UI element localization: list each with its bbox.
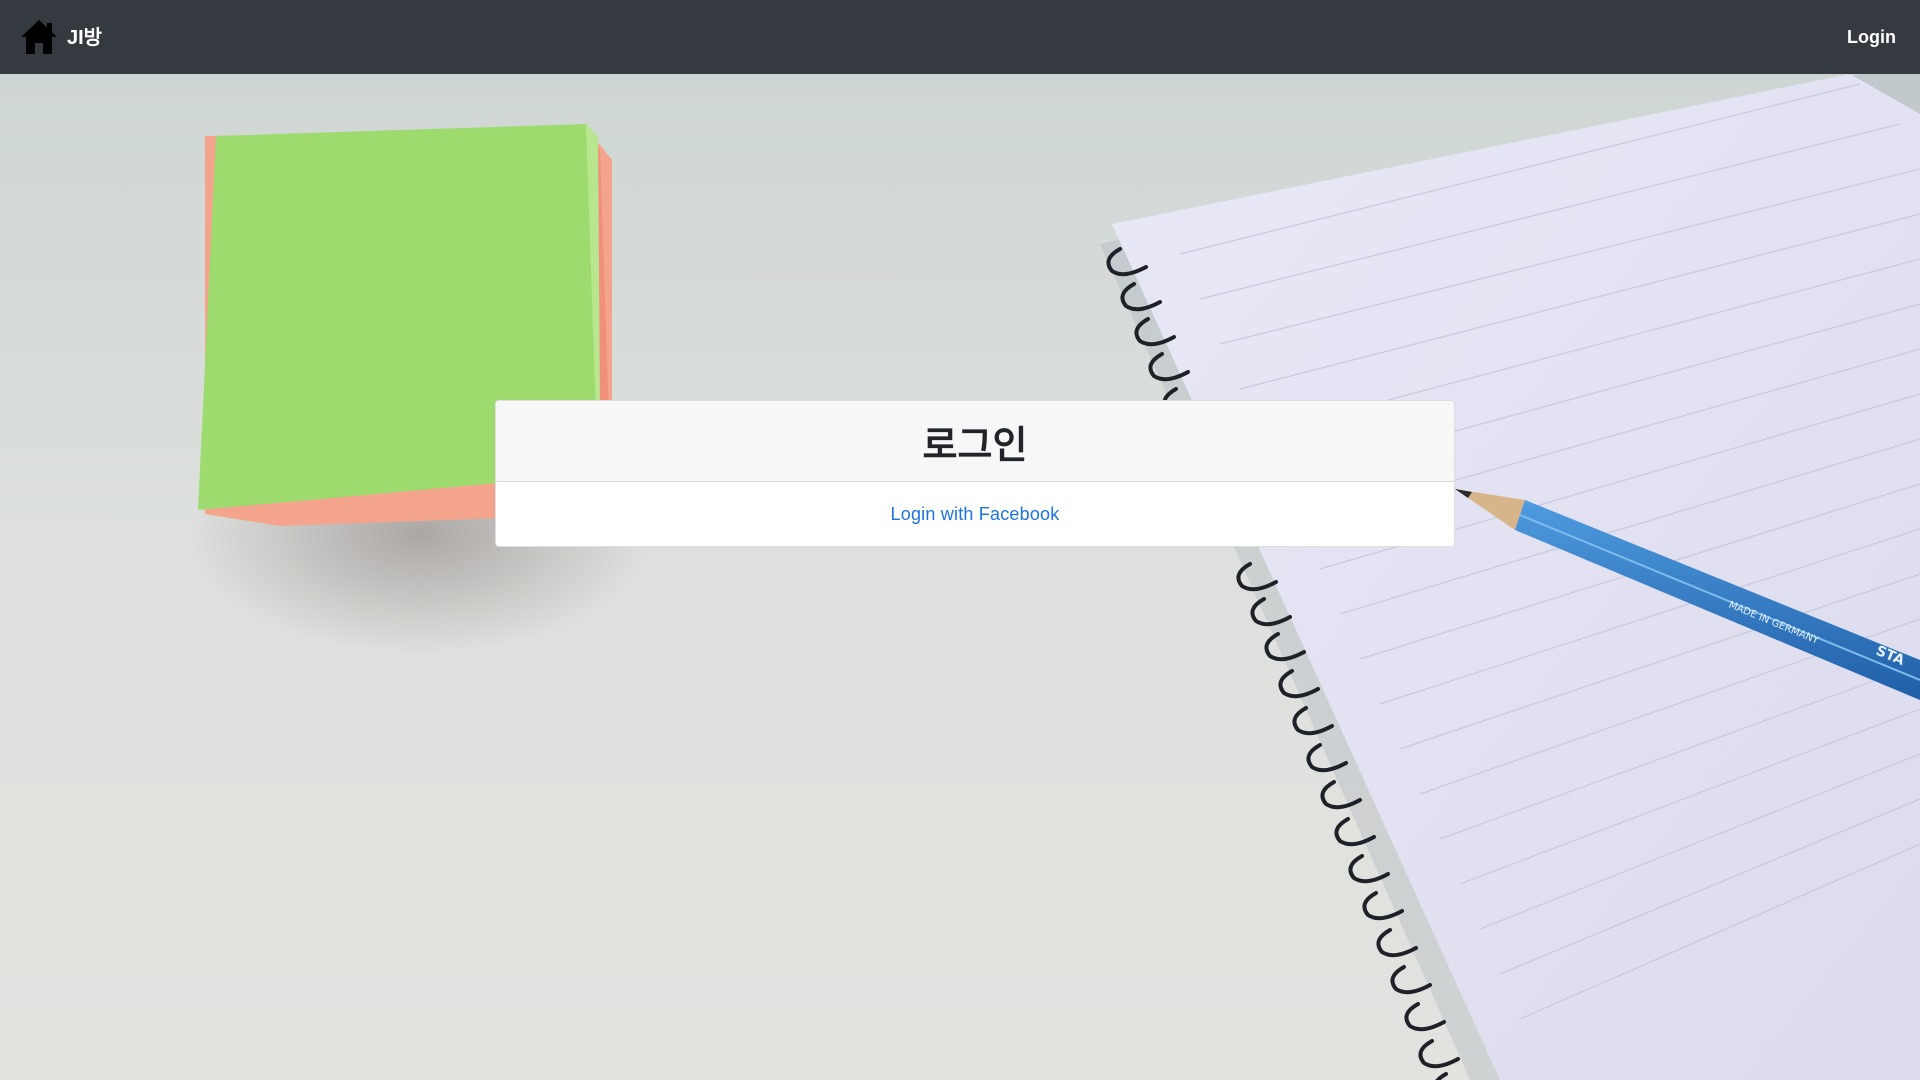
brand-name: JI방 — [67, 26, 103, 49]
home-icon — [19, 17, 59, 57]
login-card-body: Login with Facebook — [496, 482, 1454, 546]
login-title: 로그인 — [922, 422, 1028, 467]
login-card-header: 로그인 — [496, 401, 1454, 482]
brand-home-link[interactable]: JI방 — [19, 17, 102, 57]
login-card: 로그인 Login with Facebook — [495, 400, 1455, 547]
top-navbar: JI방 Login — [0, 0, 1920, 74]
facebook-login-link[interactable]: Login with Facebook — [891, 504, 1060, 525]
background-photo: MADE IN GERMANY STA — [0, 74, 1920, 1080]
nav-login-link[interactable]: Login — [1847, 27, 1896, 48]
